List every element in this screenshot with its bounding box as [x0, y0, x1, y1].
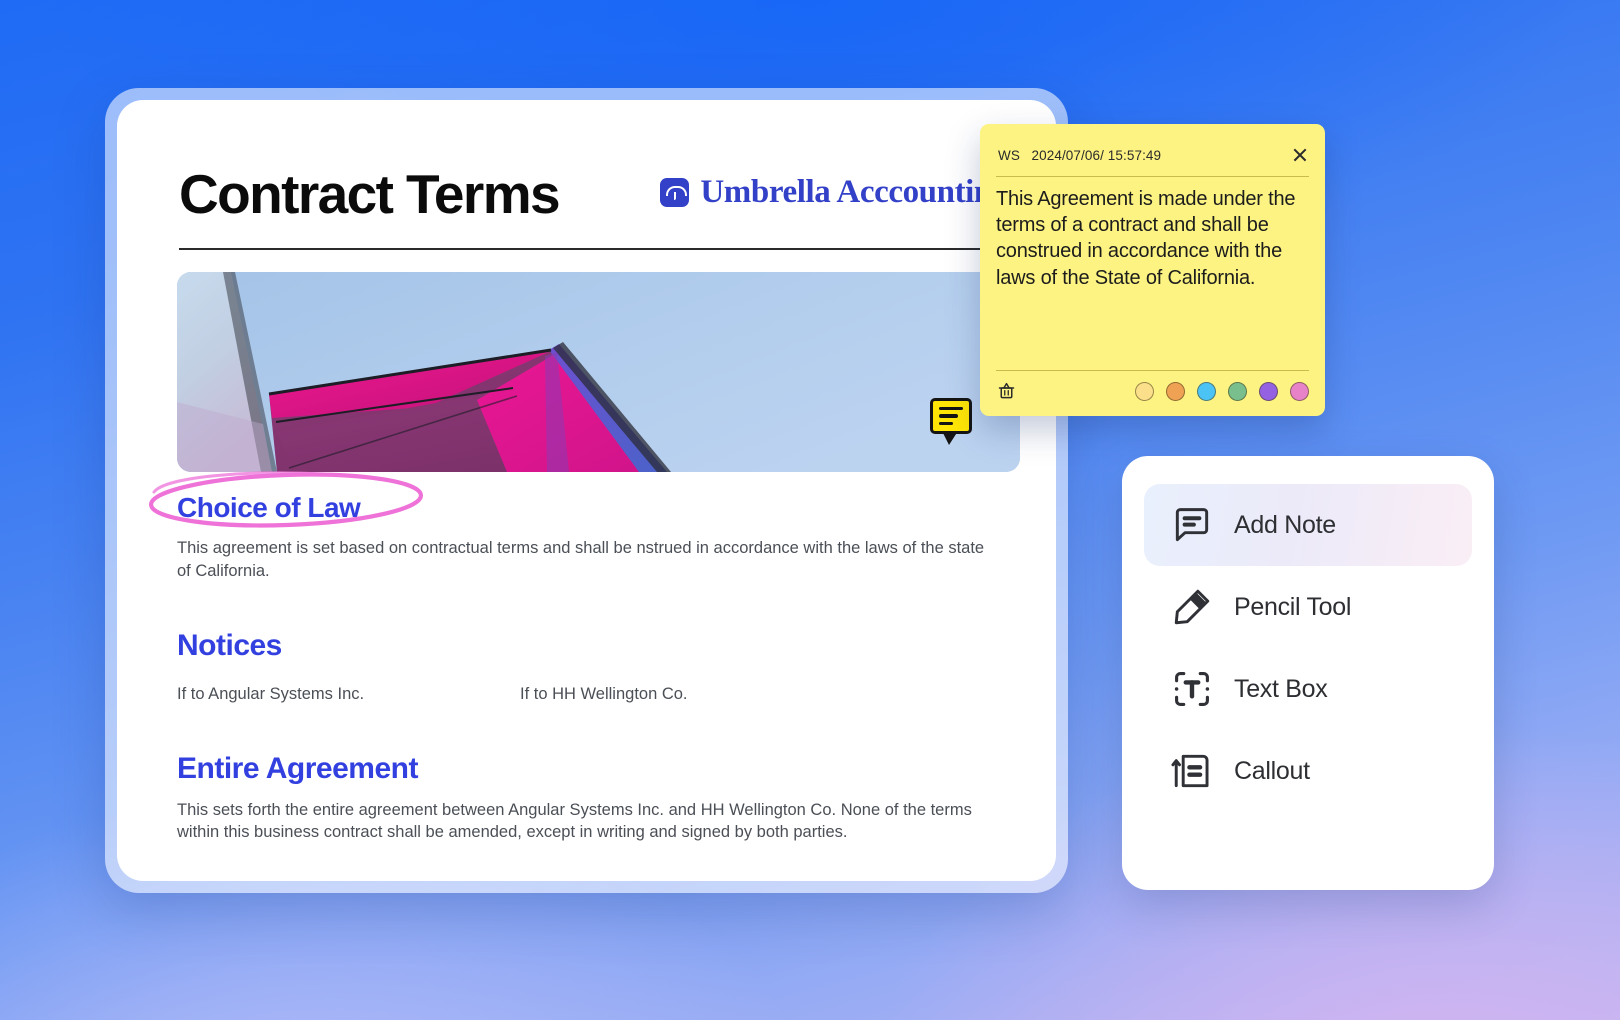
- sticky-note-timestamp: 2024/07/06/ 15:57:49: [1031, 147, 1162, 163]
- swatch-yellow[interactable]: [1135, 381, 1154, 401]
- tool-add-note[interactable]: Add Note: [1144, 484, 1472, 566]
- callout-icon: [1170, 749, 1214, 793]
- close-icon[interactable]: [1289, 144, 1311, 166]
- swatch-green[interactable]: [1228, 381, 1247, 401]
- color-swatches: [1135, 381, 1309, 401]
- sticky-note-divider-bottom: [996, 370, 1309, 371]
- app-background: Contract Terms Umbrella Acccounting Choi…: [0, 0, 1620, 1020]
- choice-of-law-heading-wrap: Choice of Law: [148, 471, 424, 528]
- tool-panel: Add Note Pencil Tool Text Box Callout: [1122, 456, 1494, 890]
- trash-icon[interactable]: [996, 381, 1017, 402]
- tool-label: Add Note: [1234, 510, 1336, 539]
- swatch-pink[interactable]: [1290, 381, 1309, 401]
- comment-icon[interactable]: [930, 398, 972, 445]
- notice-party-left: If to Angular Systems Inc.: [177, 684, 365, 703]
- section-heading: Entire Agreement: [177, 751, 418, 785]
- section-entire-agreement: Entire Agreement This sets forth the ent…: [177, 752, 1000, 845]
- notice-party-right: If to HH Wellington Co.: [520, 684, 688, 703]
- tool-callout[interactable]: Callout: [1144, 730, 1472, 812]
- document-body: Choice of Law This agreement is set base…: [148, 471, 1000, 845]
- hero-artwork: [177, 272, 1020, 472]
- section-body: This sets forth the entire agreement bet…: [177, 800, 972, 842]
- document-page: Contract Terms Umbrella Acccounting Choi…: [117, 100, 1056, 881]
- notices-columns: If to Angular Systems Inc. If to HH Well…: [177, 685, 1000, 704]
- section-choice-of-law: Choice of Law This agreement is set base…: [148, 471, 1000, 583]
- document-card: Contract Terms Umbrella Acccounting Choi…: [105, 88, 1068, 893]
- tool-text-box[interactable]: Text Box: [1144, 648, 1472, 730]
- pencil-icon: [1170, 585, 1214, 629]
- swatch-blue[interactable]: [1197, 381, 1216, 401]
- swatch-orange[interactable]: [1166, 381, 1185, 401]
- document-header: Contract Terms Umbrella Acccounting: [179, 140, 1008, 250]
- section-heading: Notices: [177, 628, 282, 662]
- brand-name: Umbrella Acccounting: [700, 173, 1008, 210]
- tool-label: Callout: [1234, 756, 1310, 785]
- section-body: This agreement is set based on contractu…: [177, 539, 985, 580]
- page-title: Contract Terms: [179, 163, 561, 225]
- text-box-icon: [1170, 667, 1214, 711]
- sticky-note-header: WS 2024/07/06/ 15:57:49: [998, 140, 1311, 170]
- tool-pencil[interactable]: Pencil Tool: [1144, 566, 1472, 648]
- sticky-note-divider-top: [996, 176, 1309, 177]
- sticky-note-author: WS: [998, 147, 1020, 163]
- sticky-note[interactable]: WS 2024/07/06/ 15:57:49 This Agreement i…: [980, 124, 1325, 416]
- swatch-purple[interactable]: [1259, 381, 1278, 401]
- comment-icon-lines: [939, 407, 963, 426]
- section-heading: Choice of Law: [177, 492, 361, 523]
- comment-icon: [1170, 503, 1214, 547]
- section-notices: Notices If to Angular Systems Inc. If to…: [177, 629, 1000, 704]
- sticky-note-meta: WS 2024/07/06/ 15:57:49: [998, 148, 1161, 163]
- tool-label: Text Box: [1234, 674, 1328, 703]
- tool-label: Pencil Tool: [1234, 592, 1352, 621]
- brand-logo: Umbrella Acccounting: [660, 174, 1008, 211]
- hero-image: [177, 272, 1020, 472]
- umbrella-icon: [660, 177, 690, 207]
- sticky-note-footer: [996, 374, 1309, 408]
- sticky-note-body[interactable]: This Agreement is made under the terms o…: [996, 186, 1309, 291]
